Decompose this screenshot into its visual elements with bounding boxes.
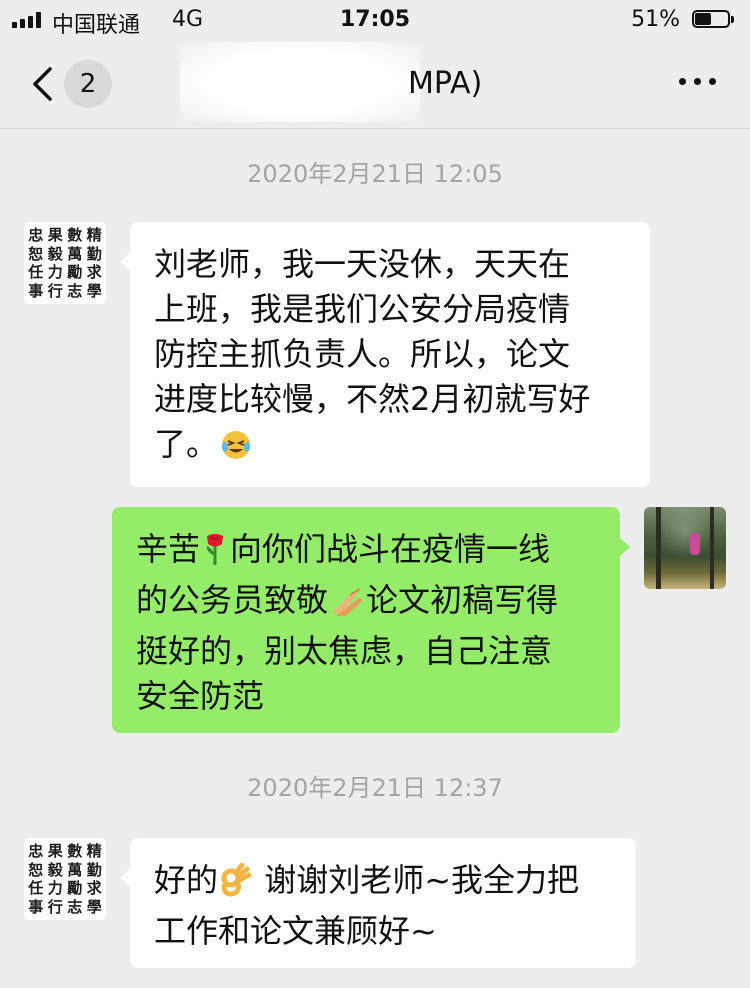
avatar-calligraphy-char: 行 <box>47 281 63 300</box>
message-timestamp: 2020年2月21日 12:05 <box>247 160 503 188</box>
battery-percent: 51% <box>631 7 680 32</box>
avatar-calligraphy-char: 萬 <box>67 244 83 263</box>
avatar-calligraphy-char: 志 <box>67 897 83 916</box>
message-text-part: 辛苦 <box>136 530 201 568</box>
avatar-calligraphy-char: 學 <box>86 281 102 300</box>
tears-of-joy-icon <box>220 428 252 473</box>
ok-hand-icon <box>220 862 252 909</box>
avatar-calligraphy-char: 萬 <box>67 860 83 879</box>
message-text-part: 好的 <box>154 861 219 899</box>
avatar-calligraphy-char: 任 <box>28 263 44 281</box>
chat-title: MPA) <box>408 66 483 101</box>
avatar-calligraphy-char: 果 <box>47 842 63 860</box>
avatar-calligraphy-char: 精 <box>86 842 102 860</box>
avatar-calligraphy-char: 行 <box>47 897 63 916</box>
avatar-calligraphy-char: 志 <box>67 281 83 300</box>
avatar-calligraphy-char: 恕 <box>28 860 44 879</box>
contact-avatar[interactable]: 忠果數精恕毅萬勤任力勵求事行志學 <box>24 222 106 304</box>
outgoing-message-bubble[interactable]: 辛苦 向你们战斗在疫情一线 的公务员致敬 论文初稿写得 挺好的，别太焦虑，自己注… <box>112 507 630 733</box>
avatar-calligraphy-char: 數 <box>67 226 83 244</box>
avatar-calligraphy-char: 求 <box>86 263 102 281</box>
avatar-calligraphy-char: 恕 <box>28 244 44 263</box>
battery-icon <box>692 10 736 30</box>
unread-count-badge[interactable]: 2 <box>64 60 112 108</box>
battery-level-fill <box>695 13 711 25</box>
contact-avatar[interactable]: 忠果數精恕毅萬勤任力勵求事行志學 <box>24 838 106 920</box>
folded-hands-icon <box>330 584 364 629</box>
avatar-calligraphy-char: 毅 <box>47 860 63 879</box>
chevron-left-icon[interactable] <box>30 66 56 102</box>
message-timestamp: 2020年2月21日 12:37 <box>247 774 503 802</box>
avatar-calligraphy-char: 任 <box>28 879 44 897</box>
redacted-title-blur <box>180 42 420 122</box>
calligraphy-avatar-grid: 忠果數精恕毅萬勤任力勵求事行志學 <box>26 842 104 916</box>
avatar-calligraphy-char: 力 <box>47 879 63 897</box>
avatar-calligraphy-char: 勵 <box>67 879 83 897</box>
avatar-calligraphy-char: 數 <box>67 842 83 860</box>
status-bar: 中国联通 4G 17:05 51% <box>0 0 750 40</box>
avatar-photo-figure <box>690 533 700 555</box>
avatar-calligraphy-char: 學 <box>86 897 102 916</box>
avatar-calligraphy-char: 毅 <box>47 244 63 263</box>
chat-header: 2 MPA) <box>0 40 750 129</box>
avatar-calligraphy-char: 力 <box>47 263 63 281</box>
ellipsis-icon[interactable] <box>679 78 716 85</box>
avatar-calligraphy-char: 忠 <box>28 842 44 860</box>
user-avatar[interactable] <box>644 507 726 589</box>
avatar-calligraphy-char: 求 <box>86 879 102 897</box>
avatar-calligraphy-char: 勤 <box>86 244 102 263</box>
rose-icon <box>202 532 228 578</box>
avatar-calligraphy-char: 勤 <box>86 860 102 879</box>
avatar-calligraphy-char: 忠 <box>28 226 44 244</box>
avatar-calligraphy-char: 事 <box>28 281 44 300</box>
incoming-message-bubble[interactable]: 好的 谢谢刘老师~我全力把 工作和论文兼顾好~ <box>120 838 636 968</box>
calligraphy-avatar-grid: 忠果數精恕毅萬勤任力勵求事行志學 <box>26 226 104 300</box>
incoming-message-bubble[interactable]: 刘老师，我一天没休，天天在 上班，我是我们公安分局疫情 防控主抓负责人。所以，论… <box>120 222 650 487</box>
avatar-calligraphy-char: 精 <box>86 226 102 244</box>
avatar-calligraphy-char: 事 <box>28 897 44 916</box>
avatar-calligraphy-char: 勵 <box>67 263 83 281</box>
avatar-calligraphy-char: 果 <box>47 226 63 244</box>
